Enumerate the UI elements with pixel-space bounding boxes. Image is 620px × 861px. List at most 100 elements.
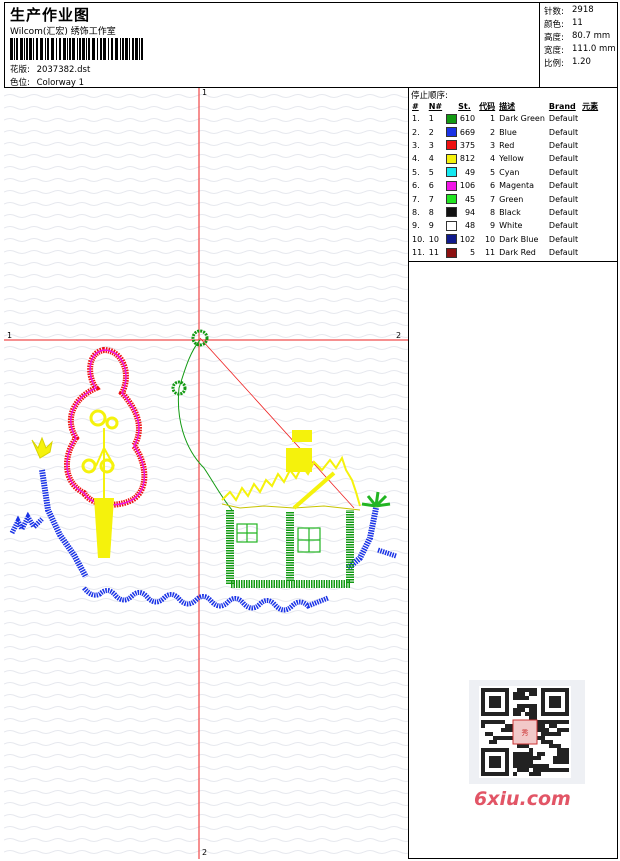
stat-scale: 比例: 1.20 (544, 57, 591, 69)
axis-label-right: 2 (396, 331, 402, 340)
row-stitches: 610 (459, 114, 476, 124)
row-description: Green (499, 194, 524, 204)
row-description: Blue (499, 127, 517, 137)
table-row: 10. 10 102 10 Dark Blue Default (410, 233, 600, 246)
row-description: Cyan (499, 167, 520, 177)
stat-stitches: 针数: 2918 (544, 5, 594, 17)
row-index: 6. (412, 181, 420, 191)
row-brand: Default (548, 221, 579, 231)
row-needle: 1 (428, 114, 434, 124)
row-element (580, 179, 600, 192)
row-code: 1 (490, 114, 496, 124)
stat-value: 11 (572, 18, 583, 28)
row-description: Yellow (499, 154, 524, 164)
axis-label-top: 1 (202, 88, 208, 97)
color-swatch (446, 207, 458, 218)
color-swatch (446, 247, 458, 258)
stop-sequence-box: 停止顺序: # N# St. 代码 描述 Brand 元素 1. 1 610 1 Dar… (409, 88, 618, 262)
row-element (580, 112, 600, 125)
row-stitches: 669 (459, 127, 476, 137)
stat-label: 针数: (544, 7, 564, 17)
row-needle: 8 (428, 207, 434, 217)
site-watermark: 6xiu.com (474, 788, 571, 810)
row-color-swatch (444, 206, 458, 219)
row-needle: 4 (428, 154, 434, 164)
header-info: 生产作业图 Wilcom(汇宏) 绣饰工作室 花版: 2037382.dst 色… (4, 2, 540, 88)
row-brand: Default (548, 127, 579, 137)
color-swatch (446, 167, 458, 178)
row-color-swatch (444, 166, 458, 179)
row-element (580, 166, 600, 179)
design-info: 花版: 2037382.dst (10, 63, 90, 75)
color-swatch (446, 220, 458, 231)
col-needle: N# (428, 101, 443, 111)
table-row: 8. 8 94 8 Black Default (410, 206, 600, 219)
stat-label: 颜色: (544, 20, 564, 30)
row-needle: 11 (428, 248, 439, 258)
row-needle: 3 (428, 140, 434, 150)
row-stitches: 812 (459, 154, 476, 164)
row-color-swatch (444, 246, 458, 259)
table-row: 4. 4 812 4 Yellow Default (410, 152, 600, 165)
design-label: 花版: (10, 65, 30, 75)
row-description: Magenta (499, 181, 535, 191)
color-swatch (446, 113, 458, 124)
row-index: 5. (412, 167, 420, 177)
stat-label: 宽度: (544, 46, 564, 56)
col-stitches: St. (458, 101, 471, 111)
row-element (580, 152, 600, 165)
row-description: White (499, 221, 523, 231)
colorway-label: 色位: (10, 78, 30, 88)
row-index: 9. (412, 221, 420, 231)
row-needle: 2 (428, 127, 434, 137)
chimney (292, 430, 312, 442)
row-brand: Default (548, 140, 579, 150)
table-row: 7. 7 45 7 Green Default (410, 192, 600, 205)
colorway-info: 色位: Colorway 1 (10, 76, 84, 88)
row-description: Dark Red (499, 248, 536, 258)
row-code: 3 (490, 140, 496, 150)
row-color-swatch (444, 112, 458, 125)
row-stitches: 5 (470, 248, 476, 258)
axis-label-left: 1 (7, 331, 13, 340)
row-color-swatch (444, 233, 458, 246)
row-brand: Default (548, 234, 579, 244)
row-element (580, 192, 600, 205)
row-stitches: 45 (464, 194, 476, 204)
table-row: 6. 6 106 6 Magenta Default (410, 179, 600, 192)
design-canvas: 1 2 1 2 (4, 88, 409, 859)
color-swatch (446, 180, 458, 191)
row-stitches: 375 (459, 140, 476, 150)
color-sequence-table: # N# St. 代码 描述 Brand 元素 1. 1 610 1 Dark Gree… (410, 100, 600, 259)
row-element (580, 125, 600, 138)
table-row: 5. 5 49 5 Cyan Default (410, 166, 600, 179)
color-swatch (446, 153, 458, 164)
row-brand: Default (548, 114, 579, 124)
row-needle: 5 (428, 167, 434, 177)
row-description: Black (499, 207, 521, 217)
row-stitches: 48 (464, 221, 476, 231)
row-stitches: 102 (459, 234, 476, 244)
col-index: # (412, 101, 419, 111)
row-element (580, 139, 600, 152)
row-color-swatch (444, 192, 458, 205)
stat-height: 高度: 80.7 mm (544, 31, 610, 43)
table-header-row: # N# St. 代码 描述 Brand 元素 (410, 100, 600, 112)
row-index: 4. (412, 154, 420, 164)
table-row: 2. 2 669 2 Blue Default (410, 125, 600, 138)
row-index: 2. (412, 127, 420, 137)
table-row: 11. 11 5 11 Dark Red Default (410, 246, 600, 259)
row-stitches: 49 (464, 167, 476, 177)
row-stitches: 106 (459, 181, 476, 191)
colorway-value: Colorway 1 (36, 78, 85, 88)
stat-label: 高度: (544, 33, 564, 43)
row-code: 8 (490, 207, 496, 217)
table-row: 9. 9 48 9 White Default (410, 219, 600, 232)
studio-name: Wilcom(汇宏) 绣饰工作室 (10, 27, 116, 37)
row-brand: Default (548, 181, 579, 191)
svg-text:秀: 秀 (522, 728, 529, 737)
color-swatch (446, 140, 458, 151)
row-stitches: 94 (464, 207, 476, 217)
row-brand: Default (548, 167, 579, 177)
row-color-swatch (444, 125, 458, 138)
